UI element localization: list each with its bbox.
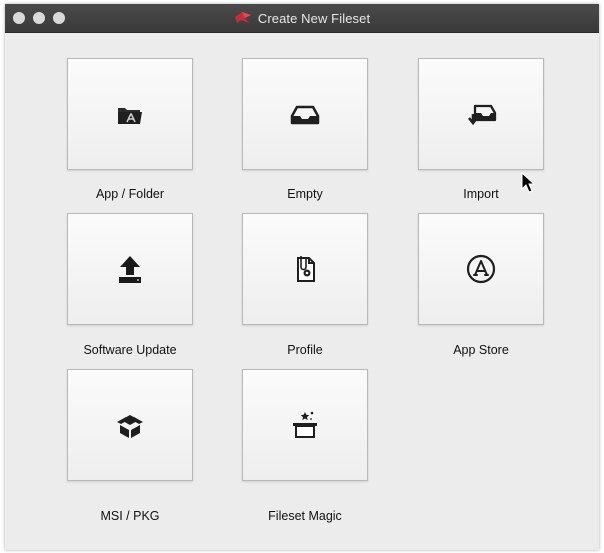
magic-box-icon <box>293 411 317 438</box>
msi-pkg-label: MSI / PKG <box>100 509 160 523</box>
mouse-pointer-icon <box>521 172 536 193</box>
app-store-label: App Store <box>453 343 509 357</box>
empty-tray-icon <box>290 105 320 125</box>
profile-document-icon <box>297 256 315 282</box>
fileset-magic-tile[interactable] <box>242 369 368 481</box>
app-store-icon <box>466 254 496 284</box>
app-folder-label: App / Folder <box>95 187 165 201</box>
window-title: Create New Fileset <box>257 10 371 26</box>
import-tray-icon <box>467 104 497 126</box>
app-store-tile[interactable] <box>418 213 544 325</box>
msi-pkg-tile[interactable] <box>67 369 193 481</box>
title-bar[interactable]: Create New Fileset <box>5 4 599 33</box>
import-label: Import <box>463 187 499 201</box>
empty-tile[interactable] <box>242 58 368 170</box>
profile-label: Profile <box>287 343 323 357</box>
package-box-icon <box>117 415 143 438</box>
profile-tile[interactable] <box>242 213 368 325</box>
import-tile[interactable] <box>418 58 544 170</box>
fileset-magic-label: Fileset Magic <box>268 509 342 523</box>
upload-arrow-icon <box>119 256 141 283</box>
empty-label: Empty <box>287 187 323 201</box>
red-ribbon-logo-icon <box>234 12 251 23</box>
create-fileset-window: Create New Fileset App / Folder Empty Im… <box>5 4 599 550</box>
software-update-tile[interactable] <box>67 213 193 325</box>
app-folder-icon <box>118 108 142 124</box>
software-update-label: Software Update <box>83 343 177 357</box>
app-folder-tile[interactable] <box>67 58 193 170</box>
